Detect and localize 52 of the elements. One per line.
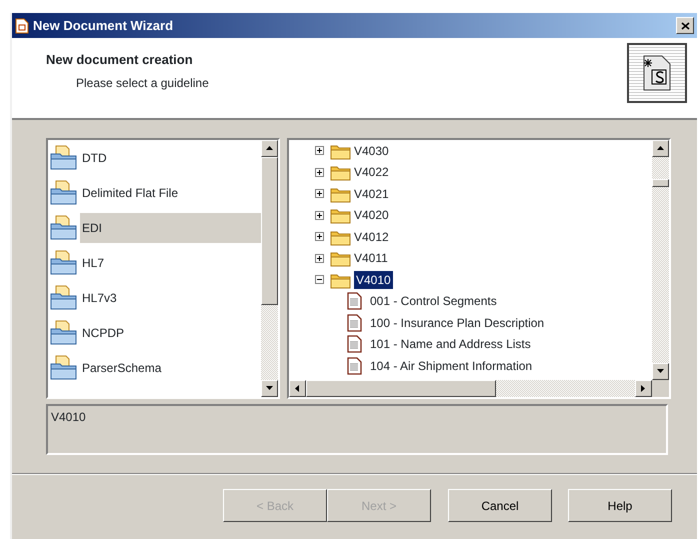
tree-item[interactable]: V4021: [354, 184, 389, 203]
scroll-up-button[interactable]: [261, 140, 278, 157]
tree-item[interactable]: 101 - Name and Address Lists: [370, 335, 531, 354]
wizard-button[interactable]: Cancel: [448, 489, 552, 522]
folder-icon: [50, 180, 77, 206]
tree-item[interactable]: V4022: [354, 163, 389, 182]
document-icon: [347, 314, 362, 332]
guideline-item[interactable]: Delimited Flat File: [80, 178, 261, 208]
header-subtitle: Please select a guideline: [75, 74, 209, 92]
document-icon: [347, 335, 362, 354]
wizard-icon: [627, 43, 687, 103]
scroll-down-button[interactable]: [652, 363, 669, 380]
tree-item[interactable]: V4020: [354, 206, 389, 224]
guideline-item[interactable]: HL7: [80, 248, 261, 278]
guideline-item[interactable]: NCPDP: [80, 318, 261, 348]
tree-item[interactable]: 104 - Air Shipment Information: [370, 356, 532, 375]
tree-item[interactable]: V4010: [354, 270, 393, 289]
header-title: New document creation: [46, 51, 194, 69]
arrow-up-icon: [265, 144, 274, 153]
wizard-button[interactable]: Help: [568, 489, 672, 522]
folder-icon: [50, 214, 77, 240]
tree-item[interactable]: V4011: [354, 249, 388, 268]
scrollbar-corner: [652, 380, 669, 397]
guideline-item[interactable]: ParserSchema: [80, 352, 261, 382]
tree-item[interactable]: V4030: [354, 142, 389, 160]
scrollbar-thumb[interactable]: [261, 157, 278, 305]
scroll-right-button[interactable]: [635, 380, 652, 397]
scrollbar-thumb[interactable]: [306, 380, 496, 397]
folder-icon: [50, 320, 77, 346]
scroll-left-button[interactable]: [289, 380, 306, 397]
guideline-item[interactable]: EDI: [80, 212, 261, 242]
scroll-up-button[interactable]: [652, 140, 669, 157]
tree-item[interactable]: V4012: [354, 228, 389, 246]
folder-icon: [50, 250, 77, 276]
document-icon: [15, 18, 29, 34]
close-button[interactable]: [676, 17, 694, 34]
close-icon: [680, 22, 690, 30]
folder-icon: [50, 284, 77, 310]
scrollbar-thumb[interactable]: [652, 179, 669, 187]
scroll-down-button[interactable]: [261, 380, 278, 397]
guideline-item[interactable]: HL7v3: [80, 282, 261, 312]
folder-icon: [50, 144, 77, 170]
document-icon: [347, 356, 362, 375]
folder-icon: [50, 354, 77, 380]
tree-item[interactable]: 001 - Control Segments: [370, 292, 497, 310]
description-text: V4010: [46, 404, 668, 455]
window-title: New Document Wizard: [33, 16, 174, 35]
arrow-left-icon: [293, 384, 302, 393]
tree-item[interactable]: 100 - Insurance Plan Description: [370, 314, 544, 332]
arrow-up-icon: [656, 144, 665, 153]
guideline-item[interactable]: DTD: [80, 142, 261, 172]
document-icon: [347, 292, 362, 310]
